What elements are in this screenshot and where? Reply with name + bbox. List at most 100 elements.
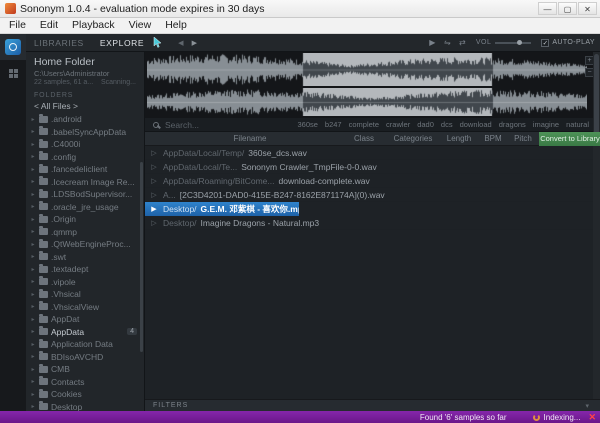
search-tag[interactable]: b247 <box>325 120 342 129</box>
search-icon <box>153 122 159 128</box>
folder-item[interactable]: ▸ Cookies <box>26 388 144 401</box>
column-header[interactable]: BPM <box>479 134 507 143</box>
folder-item[interactable]: ▸ .fancedeliclient <box>26 163 144 176</box>
sample-row[interactable]: ▷ AppData/Local/Te... Sononym Crawler_Tm… <box>145 160 594 174</box>
sample-path: A... <box>163 190 176 200</box>
convert-to-library-button[interactable]: Convert to Library <box>539 132 600 146</box>
main-scrollbar[interactable] <box>593 52 600 399</box>
volume-slider[interactable] <box>495 42 531 44</box>
folder-item[interactable]: ▸ .Vhsical <box>26 288 144 301</box>
chevron-right-icon: ▸ <box>30 291 36 298</box>
folder-item[interactable]: ▸ .babelSyncAppData <box>26 126 144 139</box>
folder-item[interactable]: ▸ .oracle_jre_usage <box>26 201 144 214</box>
sample-name: [2C3D4201-DAD0-415E-B247-8162E871174A](0… <box>180 190 385 200</box>
search-tag[interactable]: 360se <box>297 120 317 129</box>
menu-item[interactable]: View <box>122 18 159 33</box>
menu-item[interactable]: File <box>2 18 33 33</box>
folder-item[interactable]: ▸ .Origin <box>26 213 144 226</box>
row-play-icon[interactable]: ▷ <box>149 219 159 227</box>
search-tag[interactable]: imagine <box>533 120 559 129</box>
folder-item[interactable]: ▸ .VhsicalView <box>26 301 144 314</box>
sample-row[interactable]: ▷ Desktop/ Imagine Dragons - Natural.mp3 <box>145 216 594 230</box>
folder-item[interactable]: ▸ AppData 4 <box>26 326 144 339</box>
waveform-detail[interactable] <box>147 88 587 116</box>
row-play-icon[interactable]: ▶ <box>149 205 159 213</box>
column-header[interactable]: Categories <box>387 134 439 143</box>
search-tag[interactable]: dcs <box>441 120 453 129</box>
folder-item[interactable]: ▸ CMB <box>26 363 144 376</box>
folder-item[interactable]: ▸ .Icecream Image Re... <box>26 176 144 189</box>
autoplay-label: AUTO-PLAY <box>552 39 595 46</box>
menu-item[interactable]: Playback <box>65 18 122 33</box>
filters-chevron-icon[interactable]: ▾ <box>585 402 589 410</box>
folder-item[interactable]: ▸ BDIsoAVCHD <box>26 351 144 364</box>
folder-item[interactable]: ▸ .textadept <box>26 263 144 276</box>
all-files-item[interactable]: < All Files > <box>26 100 144 113</box>
menu-item[interactable]: Edit <box>33 18 65 33</box>
nav-forward-button[interactable]: ▶ <box>188 39 201 47</box>
menu-item[interactable]: Help <box>158 18 194 33</box>
close-button[interactable]: ✕ <box>578 2 597 15</box>
search-tag[interactable]: dragons <box>499 120 526 129</box>
search-tag[interactable]: download <box>460 120 492 129</box>
search-bar[interactable]: Search... 360se b247 complete crawler dad0 dc… <box>145 118 600 132</box>
folder-item[interactable]: ▸ .swt <box>26 251 144 264</box>
folder-icon <box>39 203 48 210</box>
indexing-text: Indexing... <box>544 413 581 422</box>
folder-item[interactable]: ▸ .config <box>26 151 144 164</box>
folder-label: .LDSBodSupervisor... <box>51 189 140 199</box>
folder-label: .swt <box>51 252 140 262</box>
tab-libraries[interactable]: LIBRARIES <box>26 38 92 48</box>
waveform-overview[interactable] <box>147 53 587 86</box>
main-scrollbar-thumb[interactable] <box>594 54 599 139</box>
tab-explore[interactable]: EXPLORE <box>92 38 152 48</box>
sample-row[interactable]: ▷ A... [2C3D4201-DAD0-415E-B247-8162E871… <box>145 188 594 202</box>
chevron-right-icon: ▸ <box>30 216 36 223</box>
sample-row[interactable]: ▷ AppData/Local/Temp/ 360se_dcs.wav <box>145 146 594 160</box>
folder-label: .Icecream Image Re... <box>51 177 140 187</box>
folder-item[interactable]: ▸ Contacts <box>26 376 144 389</box>
search-tag[interactable]: dad0 <box>417 120 434 129</box>
folder-icon <box>39 141 48 148</box>
row-play-icon[interactable]: ▷ <box>149 149 159 157</box>
folder-item[interactable]: ▸ .QtWebEngineProc... <box>26 238 144 251</box>
sidebar-scrollbar[interactable] <box>140 162 143 352</box>
sample-row[interactable]: ▶ Desktop/ G.E.M. 邓紫棋 - 喜欢你.mp3 <box>145 202 299 216</box>
maximize-button[interactable]: ▢ <box>558 2 577 15</box>
folder-item[interactable]: ▸ .C4000i <box>26 138 144 151</box>
folder-item[interactable]: ▸ .qmmp <box>26 226 144 239</box>
play-button[interactable]: ▶ <box>425 38 440 47</box>
folder-label: .Origin <box>51 214 140 224</box>
filters-bar[interactable]: FILTERS ▾ <box>145 399 600 411</box>
folder-label: .Vhsical <box>51 289 140 299</box>
search-tag[interactable]: natural <box>566 120 589 129</box>
column-header[interactable]: Pitch <box>507 134 539 143</box>
row-play-icon[interactable]: ▷ <box>149 177 159 185</box>
folder-item[interactable]: ▸ .LDSBodSupervisor... <box>26 188 144 201</box>
row-play-icon[interactable]: ▷ <box>149 191 159 199</box>
folder-item[interactable]: ▸ .vipole <box>26 276 144 289</box>
column-headers: ClassCategoriesLengthBPMPitch <box>341 134 539 143</box>
minimize-button[interactable]: — <box>538 2 557 15</box>
shuffle-button[interactable]: ⇄ <box>455 38 470 47</box>
app-logo-icon[interactable] <box>0 34 26 60</box>
folder-item[interactable]: ▸ Application Data <box>26 338 144 351</box>
status-close-button[interactable]: ✕ <box>588 412 596 423</box>
grid-icon[interactable] <box>9 69 18 78</box>
sample-name: download-complete.wav <box>279 176 370 186</box>
folder-item[interactable]: ▸ Desktop <box>26 401 144 412</box>
folder-icon <box>39 403 48 410</box>
search-tag[interactable]: crawler <box>386 120 410 129</box>
search-tag[interactable]: complete <box>349 120 379 129</box>
column-header[interactable]: Class <box>341 134 387 143</box>
search-input[interactable]: Search... <box>165 120 199 130</box>
repeat-button[interactable]: ⇋ <box>440 38 455 47</box>
column-header-filename[interactable]: Filename <box>159 134 341 143</box>
nav-back-button[interactable]: ◀ <box>174 39 187 47</box>
folder-item[interactable]: ▸ .android <box>26 113 144 126</box>
row-play-icon[interactable]: ▷ <box>149 163 159 171</box>
autoplay-checkbox[interactable]: ✓ <box>541 39 549 47</box>
folder-item[interactable]: ▸ AppDat <box>26 313 144 326</box>
sample-row[interactable]: ▷ AppData/Roaming/BitCome... download-co… <box>145 174 594 188</box>
column-header[interactable]: Length <box>439 134 479 143</box>
